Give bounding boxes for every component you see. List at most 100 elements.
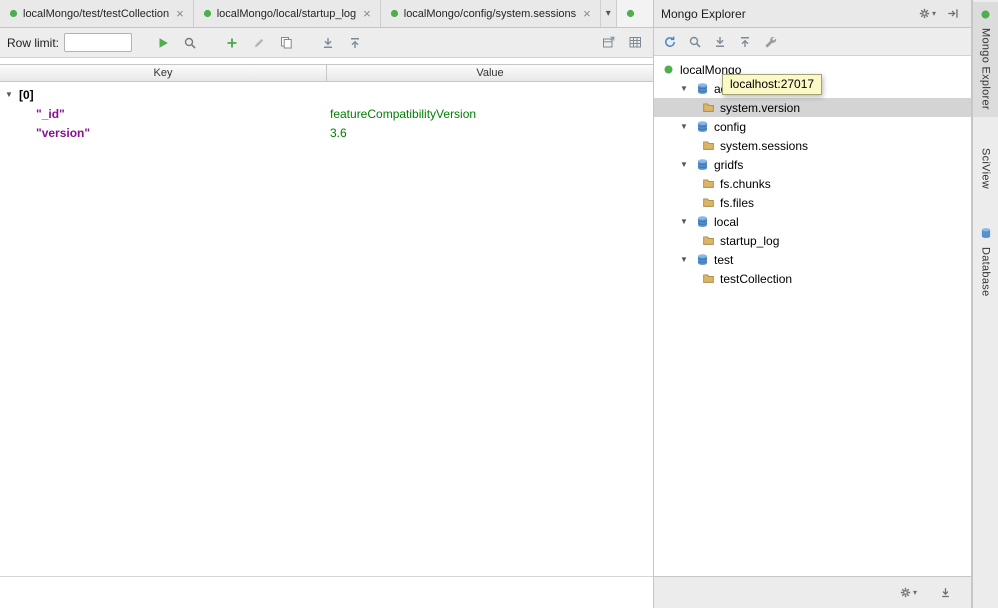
close-icon[interactable]: × bbox=[363, 7, 371, 20]
table-row[interactable]: "_id" featureCompatibilityVersion bbox=[0, 104, 653, 123]
tree-item[interactable]: ▼ gridfs bbox=[654, 155, 971, 174]
tab-system-sessions[interactable]: localMongo/config/system.sessions × bbox=[381, 0, 601, 27]
panel-header: Mongo Explorer ▾ bbox=[654, 0, 971, 28]
expand-icon[interactable]: ▼ bbox=[680, 160, 694, 169]
tree-item-label: gridfs bbox=[714, 157, 744, 172]
hide-panel-icon[interactable] bbox=[941, 7, 964, 20]
tree-item-label: system.sessions bbox=[720, 138, 809, 153]
chevron-down-icon: ▾ bbox=[912, 588, 917, 597]
mongo-collection-icon bbox=[203, 9, 212, 18]
collection-icon bbox=[700, 272, 716, 285]
tab-startup-log[interactable]: localMongo/local/startup_log × bbox=[194, 0, 381, 27]
tab-testCollection[interactable]: localMongo/test/testCollection × bbox=[0, 0, 194, 27]
tab-label: localMongo/local/startup_log bbox=[216, 7, 357, 20]
tree-item[interactable]: system.version bbox=[654, 98, 971, 117]
value-cell: featureCompatibilityVersion bbox=[330, 106, 477, 121]
database-icon bbox=[694, 215, 710, 228]
find-icon[interactable] bbox=[684, 31, 706, 53]
expand-icon[interactable]: ▼ bbox=[680, 217, 694, 226]
run-icon[interactable] bbox=[152, 32, 174, 54]
column-header-key[interactable]: Key bbox=[0, 65, 327, 81]
tab-label: localMongo/test/testCollection bbox=[23, 7, 170, 20]
refresh-icon[interactable] bbox=[659, 31, 681, 53]
server-icon bbox=[660, 64, 676, 75]
explorer-tree: localMongo▼adminsystem.version▼configsys… bbox=[654, 56, 971, 576]
connection-tooltip: localhost:27017 bbox=[722, 74, 823, 95]
stripe-label: SciView bbox=[979, 147, 992, 189]
tree-item-label: local bbox=[714, 214, 739, 229]
database-icon bbox=[694, 253, 710, 266]
copy-document-icon[interactable] bbox=[275, 32, 297, 54]
tree-item[interactable]: system.sessions bbox=[654, 136, 971, 155]
expand-icon[interactable]: ▼ bbox=[680, 84, 694, 93]
collection-icon bbox=[700, 196, 716, 209]
tab-partial[interactable] bbox=[616, 0, 653, 27]
collection-icon bbox=[700, 139, 716, 152]
explain-query-icon[interactable] bbox=[179, 32, 201, 54]
view-as-table-icon[interactable] bbox=[624, 32, 646, 54]
tree-item-label: fs.chunks bbox=[720, 176, 771, 191]
tree-item[interactable]: testCollection bbox=[654, 269, 971, 288]
settings-gear-icon[interactable]: ▾ bbox=[894, 586, 922, 599]
open-in-editor-icon[interactable] bbox=[597, 32, 619, 54]
panel-title: Mongo Explorer bbox=[661, 6, 746, 21]
editor-tab-bar: localMongo/test/testCollection × localMo… bbox=[0, 0, 653, 28]
stripe-button-mongo-explorer[interactable]: Mongo Explorer bbox=[973, 2, 998, 117]
stripe-button-database[interactable]: Database bbox=[973, 220, 998, 304]
export-download-icon[interactable] bbox=[934, 586, 957, 599]
tree-item-label: startup_log bbox=[720, 233, 780, 248]
expand-icon[interactable]: ▼ bbox=[5, 90, 19, 99]
tool-window-stripe: Mongo Explorer SciView Database bbox=[972, 0, 998, 608]
collapse-all-icon[interactable] bbox=[734, 31, 756, 53]
hidden-tabs-chevron-icon[interactable]: ▾ bbox=[601, 0, 617, 27]
expand-all-icon[interactable] bbox=[317, 32, 339, 54]
edit-document-icon[interactable] bbox=[248, 32, 270, 54]
database-icon bbox=[694, 82, 710, 95]
tree-item-label: config bbox=[714, 119, 747, 134]
row-limit-input[interactable] bbox=[64, 33, 133, 52]
database-icon bbox=[980, 227, 992, 242]
collection-icon bbox=[700, 234, 716, 247]
tree-item-label: test bbox=[714, 252, 734, 267]
collapse-all-icon[interactable] bbox=[344, 32, 366, 54]
ide-window: localMongo/test/testCollection × localMo… bbox=[0, 0, 998, 608]
collection-icon bbox=[700, 177, 716, 190]
tree-item[interactable]: startup_log bbox=[654, 231, 971, 250]
table-row[interactable]: "version" 3.6 bbox=[0, 123, 653, 142]
tree-item-label: fs.files bbox=[720, 195, 755, 210]
expand-all-icon[interactable] bbox=[709, 31, 731, 53]
tree-item-label: testCollection bbox=[720, 271, 793, 286]
editor-pane: localMongo/test/testCollection × localMo… bbox=[0, 0, 654, 608]
tree-item[interactable]: ▼ test bbox=[654, 250, 971, 269]
tree-item[interactable]: ▼ config bbox=[654, 117, 971, 136]
database-icon bbox=[694, 158, 710, 171]
stripe-label: Mongo Explorer bbox=[979, 28, 992, 110]
stripe-label: Database bbox=[979, 246, 992, 297]
tree-item[interactable]: fs.files bbox=[654, 193, 971, 212]
editor-bottom-strip bbox=[0, 576, 653, 608]
settings-wrench-icon[interactable] bbox=[759, 31, 781, 53]
result-table-header: Key Value bbox=[0, 64, 653, 82]
value-cell: 3.6 bbox=[330, 125, 347, 140]
add-document-icon[interactable] bbox=[221, 32, 243, 54]
row-limit-label: Row limit: bbox=[7, 35, 60, 50]
tree-item[interactable]: fs.chunks bbox=[654, 174, 971, 193]
stripe-button-sciview[interactable]: SciView bbox=[973, 141, 998, 196]
key-cell: [0] bbox=[19, 87, 34, 102]
result-toolbar: Row limit: bbox=[0, 28, 653, 58]
table-row[interactable]: ▼ [0] bbox=[0, 85, 653, 104]
column-header-value[interactable]: Value bbox=[327, 65, 653, 81]
close-icon[interactable]: × bbox=[176, 7, 184, 20]
expand-icon[interactable]: ▼ bbox=[680, 122, 694, 131]
tree-item[interactable]: ▼ local bbox=[654, 212, 971, 231]
expand-icon[interactable]: ▼ bbox=[680, 255, 694, 264]
tab-label: localMongo/config/system.sessions bbox=[403, 7, 577, 20]
panel-gear-icon[interactable]: ▾ bbox=[913, 7, 941, 20]
close-icon[interactable]: × bbox=[583, 7, 591, 20]
key-cell: "_id" bbox=[36, 106, 65, 121]
mongo-collection-icon bbox=[390, 9, 399, 18]
collection-icon bbox=[700, 101, 716, 114]
result-table-body: ▼ [0] "_id" featureCompatibilityVersion "ver… bbox=[0, 82, 653, 576]
panel-bottom-toolbar: ▾ bbox=[654, 576, 971, 608]
database-icon bbox=[694, 120, 710, 133]
